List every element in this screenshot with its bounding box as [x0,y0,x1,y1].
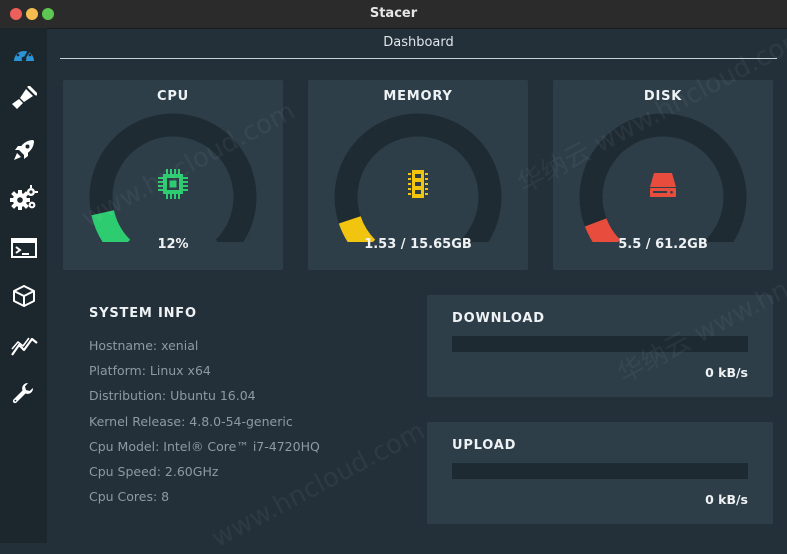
hostname-line: Hostname: xenial [89,338,199,353]
page-title: Dashboard [383,35,454,50]
cpu-card: CPU 12% [63,80,283,270]
sidebar-item-processes[interactable] [0,226,47,270]
disk-label: DISK [643,89,683,104]
upload-value: 0 kB/s [705,492,748,507]
sidebar [0,28,47,543]
terminal-icon [10,238,37,258]
cpu-cores-line: Cpu Cores: 8 [89,489,170,505]
sidebar-item-startup-apps[interactable] [0,128,47,172]
broom-icon [11,86,37,109]
sidebar-item-dashboard[interactable] [0,31,47,75]
title-bar: Stacer [0,0,787,29]
platform-line: Platform: Linux x64 [89,363,211,379]
disk-card: DISK 5.5 / 61.2GB [553,80,773,270]
rocket-icon [13,140,34,160]
system-info-panel: SYSTEM INFO Hostname: xenial Platform: L… [89,306,409,513]
download-panel: DOWNLOAD 0 kB/s [427,295,773,397]
hard-disk-icon [650,173,676,197]
upload-panel: UPLOAD 0 kB/s [427,422,773,524]
distribution-line: Distribution: Ubuntu 16.04 [89,388,256,404]
memory-value: 1.53 / 15.65GB [364,237,472,252]
upload-bar [452,463,748,479]
memory-card: MEMORY 1.53 / 15.65GB [308,80,528,270]
upload-label: UPLOAD [452,438,517,453]
sidebar-item-settings[interactable] [0,372,47,416]
system-info-heading: SYSTEM INFO [89,306,197,321]
cpu-chip-icon [158,169,188,199]
memory-module-icon [408,170,428,198]
download-label: DOWNLOAD [452,311,545,326]
download-value: 0 kB/s [705,365,748,380]
sidebar-item-uninstaller[interactable] [0,274,47,318]
cpu-value: 12% [157,237,189,252]
package-icon [12,285,35,307]
gears-icon [9,185,38,210]
title-divider [60,58,777,59]
dashboard-icon [13,46,34,62]
app-window: Stacer Dashboard CPU 12% MEMORY 1.53 / 1… [0,0,787,554]
download-bar [452,336,748,352]
memory-label: MEMORY [383,89,453,104]
wrench-icon [12,382,33,404]
cpu-model-line: Cpu Model: Intel® Core™ i7-4720HQ [89,438,320,454]
sidebar-item-resources[interactable] [0,324,47,368]
window-title: Stacer [369,6,418,21]
cpu-speed-line: Cpu Speed: 2.60GHz [89,463,219,479]
kernel-release-line: Kernel Release: 4.8.0-54-generic [89,413,293,429]
chart-line-icon [10,337,38,356]
sidebar-item-system-cleaner[interactable] [0,76,47,120]
cpu-label: CPU [156,89,190,104]
disk-value: 5.5 / 61.2GB [618,237,708,252]
sidebar-item-services[interactable] [0,176,47,220]
